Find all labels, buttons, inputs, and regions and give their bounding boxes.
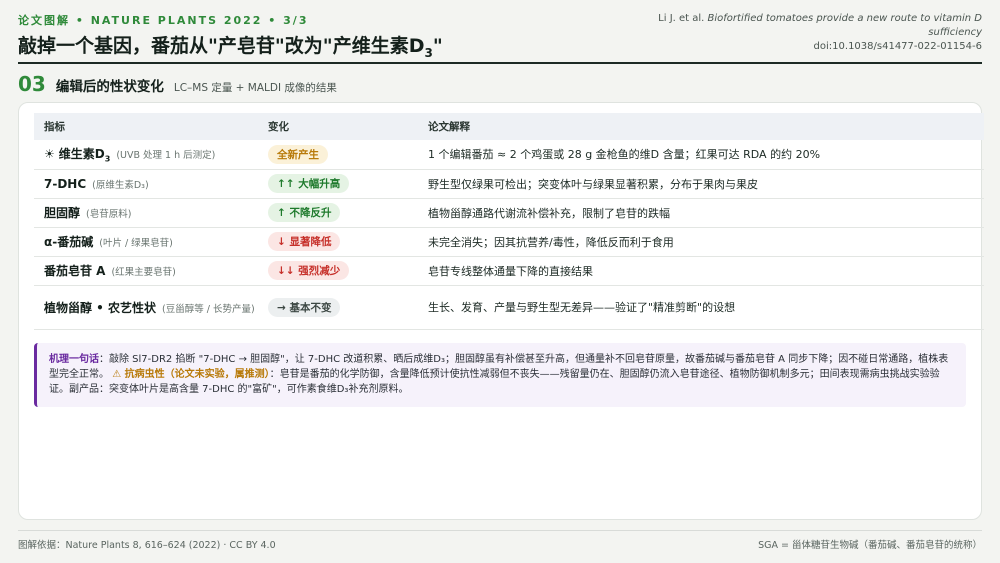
indicator-cell: 番茄皂苷 A (红果主要皂苷) (34, 256, 258, 286)
footer-rule (18, 530, 982, 531)
footer-glossary: SGA = 甾体糖苷生物碱（番茄碱、番茄皂苷的统称） (758, 540, 982, 551)
change-cell: → 基本不变 (258, 285, 418, 330)
section-title: 编辑后的性状变化 (55, 79, 164, 95)
warning-label: ⚠ 抗病虫性（论文未实验，属推测） (112, 369, 270, 380)
interpretation-cell: 皂苷专线整体通量下降的直接结果 (418, 256, 984, 286)
change-badge: ↑↑ 大幅升高 (268, 174, 350, 193)
page-header: 论文图解 • NATURE PLANTS 2022 • 3/3 敲掉一个基因，番… (18, 12, 982, 62)
section-heading: 03 编辑后的性状变化 LC–MS 定量 + MALDI 成像的结果 (18, 72, 337, 98)
indicator-cell: α-番茄碱 (叶片 / 绿果皂苷) (34, 227, 258, 257)
change-cell: ↓ 显著降低 (258, 227, 418, 257)
table-row: α-番茄碱 (叶片 / 绿果皂苷) ↓ 显著降低 未完全消失；因其抗营养/毒性，降低反… (34, 227, 984, 257)
indicator-cell: ☀ 维生素D3 (UVB 处理 1 h 后测定) (34, 140, 258, 170)
indicator-note: (红果主要皂苷) (111, 267, 176, 278)
change-badge: ↓↓ 强烈减少 (268, 261, 350, 280)
indicator-name: 植物甾醇 • 农艺性状 (44, 300, 157, 315)
interpretation-cell: 未完全消失；因其抗营养/毒性，降低反而利于食用 (418, 227, 984, 257)
interpretation-cell: 生长、发育、产量与野生型无差异——验证了"精准剪断"的设想 (418, 285, 984, 330)
col-header-interpretation: 论文解释 (418, 113, 984, 140)
indicator-note: (豆甾醇等 / 长势产量) (162, 303, 255, 315)
content-card: 指标 变化 论文解释 ☀ 维生素D3 (UVB 处理 1 h 后测定) 全新产生 1 个… (18, 102, 984, 520)
indicator-name: 维生素D3 (58, 147, 111, 164)
interpretation-cell: 植物甾醇通路代谢流补偿补充，限制了皂苷的跌幅 (418, 198, 984, 228)
title-text: 敲掉一个基因，番茄从"产皂苷"改为"产维生素D (18, 35, 425, 57)
change-badge: → 基本不变 (268, 297, 341, 317)
indicator-note: (皂苷原料) (86, 209, 132, 220)
col-header-change: 变化 (258, 113, 418, 140)
section-number: 03 (18, 72, 46, 96)
paper-reference: Li J. et al. Biofortified tomatoes provi… (622, 12, 982, 54)
indicator-cell: 胆固醇 (皂苷原料) (34, 198, 258, 228)
mechanism-callout: 机理一句话：敲除 Sl7-DR2 掐断 "7-DHC → 胆固醇"，让 7-DH… (34, 343, 966, 407)
col-header-indicator: 指标 (34, 113, 258, 140)
indicator-name: 番茄皂苷 A (44, 264, 106, 278)
table-row: 胆固醇 (皂苷原料) ↑ 不降反升 植物甾醇通路代谢流补偿补充，限制了皂苷的跌幅 (34, 198, 984, 228)
title-end: " (432, 35, 443, 57)
table-row: ☀ 维生素D3 (UVB 处理 1 h 后测定) 全新产生 1 个编辑番茄 ≈ 2 个鸡… (34, 140, 984, 170)
mechanism-lead: 机理一句话 (49, 354, 99, 365)
table-row: 植物甾醇 • 农艺性状 (豆甾醇等 / 长势产量) → 基本不变 生长、发育、产量与野… (34, 285, 984, 330)
sun-icon: ☀ (44, 147, 55, 162)
indicator-cell: 7-DHC (原维生素D₃) (34, 169, 258, 199)
footer-source: 图解依据：Nature Plants 8, 616–624 (2022) · C… (18, 540, 276, 551)
interpretation-cell: 野生型仅绿果可检出；突变体叶与绿果显著积累，分布于果肉与果皮 (418, 169, 984, 199)
change-badge: ↓ 显著降低 (268, 232, 341, 251)
ref-doi: doi:10.1038/s41477-022-01154-6 (813, 41, 982, 52)
change-cell: ↓↓ 强烈减少 (258, 256, 418, 286)
indicator-name: 7-DHC (44, 176, 87, 191)
indicator-note: (叶片 / 绿果皂苷) (99, 238, 173, 249)
header-rule (18, 62, 982, 64)
interpretation-cell: 1 个编辑番茄 ≈ 2 个鸡蛋或 28 g 金枪鱼的维D 含量；红果可达 RDA… (418, 140, 984, 170)
title-subscript: 3 (424, 45, 433, 60)
indicator-cell: 植物甾醇 • 农艺性状 (豆甾醇等 / 长势产量) (34, 285, 258, 330)
ref-authors: Li J. et al. (658, 13, 705, 24)
indicator-note: (UVB 处理 1 h 后测定) (116, 150, 216, 162)
indicator-name: 胆固醇 (44, 206, 81, 220)
indicator-name: α-番茄碱 (44, 235, 94, 249)
indicator-note: (原维生素D₃) (92, 179, 149, 191)
ref-title: Biofortified tomatoes provide a new rout… (707, 13, 982, 38)
change-cell: 全新产生 (258, 140, 418, 170)
change-badge: 全新产生 (268, 144, 328, 164)
table-header-row: 指标 变化 论文解释 (34, 113, 984, 140)
change-badge: ↑ 不降反升 (268, 203, 341, 222)
section-subtitle: LC–MS 定量 + MALDI 成像的结果 (173, 82, 337, 94)
table-row: 番茄皂苷 A (红果主要皂苷) ↓↓ 强烈减少 皂苷专线整体通量下降的直接结果 (34, 256, 984, 286)
traits-table: 指标 变化 论文解释 ☀ 维生素D3 (UVB 处理 1 h 后测定) 全新产生 1 个… (34, 113, 984, 330)
table-row: 7-DHC (原维生素D₃) ↑↑ 大幅升高 野生型仅绿果可检出；突变体叶与绿果显著积… (34, 169, 984, 199)
change-cell: ↑ 不降反升 (258, 198, 418, 228)
change-cell: ↑↑ 大幅升高 (258, 169, 418, 199)
